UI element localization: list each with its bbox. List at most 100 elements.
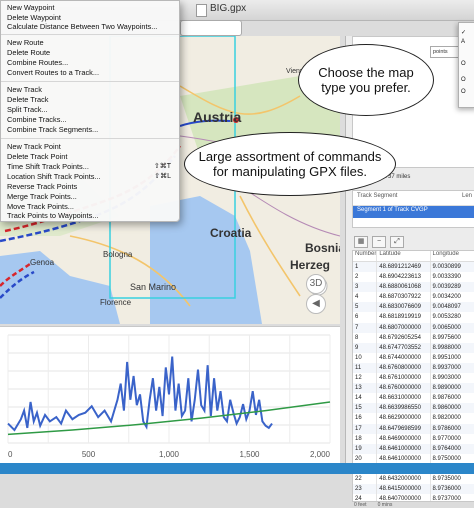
map-3d-button[interactable]: 3D	[306, 274, 326, 294]
menu-item[interactable]: New Track Point	[7, 142, 61, 151]
table-row[interactable]: 23 48.6415000000 8.9736000	[353, 484, 474, 495]
table-row[interactable]: 18 48.6469000000 8.9770000	[353, 433, 474, 444]
grid-icon[interactable]: ▦	[354, 236, 368, 248]
table-row[interactable]: 17 48.6479698599 8.9786000	[353, 423, 474, 434]
table-cell: 48.6807000000	[376, 322, 429, 333]
x-tick-label: 1,500	[239, 450, 260, 459]
menu-item[interactable]: Combine Track Segments...	[7, 125, 98, 134]
segment-table[interactable]: Track Segment Len Segment 1 of Track CVG…	[352, 190, 474, 228]
menu-item[interactable]: New Waypoint	[7, 3, 54, 12]
table-row[interactable]: 24 48.6407000000 8.9737000	[353, 494, 474, 501]
menu-item[interactable]: Location Shift Track Points...	[7, 172, 101, 181]
table-cell: 9.0053280	[429, 312, 474, 323]
table-cell: 17	[355, 425, 362, 432]
menu-item[interactable]: New Route	[7, 38, 44, 47]
menu-item-label: Move Track Points...	[7, 202, 74, 211]
menu-item-label: Delete Route	[7, 48, 51, 57]
callout-commands: Large assortment of commands for manipula…	[184, 132, 396, 196]
time-label: 0 mins	[377, 502, 393, 508]
table-row[interactable]: 9 48.6747703552 8.9988000	[353, 342, 474, 353]
table-cell: 8.9951000	[429, 352, 474, 363]
table-row[interactable]: 10 48.6744000000 8.9951000	[353, 352, 474, 363]
track-menu: New Waypoint Delete Waypoint Calculate Dis…	[0, 0, 180, 222]
menu-item[interactable]: Track Points to Waypoints...	[7, 211, 98, 220]
toolbar-field[interactable]	[180, 20, 242, 36]
popup-item[interactable]: O	[461, 89, 466, 95]
table-cell: 12	[355, 375, 362, 382]
table-cell: 8	[355, 334, 359, 341]
menu-item[interactable]: Reverse Track Points	[7, 182, 77, 191]
table-cell: 16	[355, 415, 362, 422]
table-cell: 8.9735000	[429, 473, 474, 485]
table-cell: 10	[355, 354, 362, 361]
table-cell: 48.6432000000	[376, 473, 429, 485]
popup-item[interactable]: A	[461, 39, 465, 45]
menu-item[interactable]: Split Track...	[7, 105, 48, 114]
table-cell: 48.6407000000	[376, 494, 429, 501]
popup-item[interactable]: ✓	[461, 29, 466, 36]
table-row[interactable]: 22 48.6432000000 8.9735000	[353, 473, 474, 485]
table-cell: 9.0065000	[429, 322, 474, 333]
callout-map-type-line2: type you prefer.	[321, 80, 411, 95]
menu-item[interactable]: Delete Waypoint	[7, 13, 61, 22]
menu-separator	[1, 81, 179, 82]
table-row[interactable]: 3 48.6880061068 9.0039289	[353, 282, 474, 293]
menu-item[interactable]: Combine Tracks...	[7, 115, 67, 124]
menu-item[interactable]: Delete Track	[7, 95, 49, 104]
segment-row-selected[interactable]: Segment 1 of Track CVGP	[353, 206, 474, 218]
menu-item[interactable]: Move Track Points...	[7, 202, 74, 211]
table-cell: 48.6880061068	[376, 282, 429, 293]
table-cell: 9	[355, 344, 359, 351]
table-row[interactable]: 11 48.6760800000 8.9937000	[353, 362, 474, 374]
popup-item[interactable]: O	[461, 61, 466, 67]
table-row[interactable]: 19 48.6461000000 8.9764000	[353, 443, 474, 454]
x-tick-label: 0	[8, 450, 13, 459]
elevation-chart[interactable]: 0 500 1,000 1,500 2,000	[0, 326, 340, 463]
table-cell: 3	[355, 284, 359, 291]
menu-item-label: Location Shift Track Points...	[7, 172, 101, 181]
map-zoom-button[interactable]: ◀	[306, 294, 326, 314]
menu-item[interactable]: Merge Track Points...	[7, 192, 77, 201]
menu-item[interactable]: New Track	[7, 85, 42, 94]
table-row[interactable]: 16 48.6629000000 8.9820000	[353, 413, 474, 424]
menu-item[interactable]: Delete Route	[7, 48, 50, 57]
table-cell: 15	[355, 405, 362, 412]
menu-item[interactable]: Convert Routes to a Track...	[7, 68, 99, 77]
table-row[interactable]: 2 48.6904223613 9.0033390	[353, 272, 474, 283]
map-label-san-marino: San Marino	[130, 282, 177, 292]
table-row[interactable]: 8 48.6792605254 8.9975600	[353, 332, 474, 343]
menu-shortcut: ⇧⌘L	[154, 173, 171, 180]
menu-item-label: Time Shift Track Points...	[7, 162, 89, 171]
table-row[interactable]: 4 48.6870307922 9.0034200	[353, 292, 474, 303]
menu-item[interactable]: Delete Track Point	[7, 152, 67, 161]
table-row[interactable]: 6 48.6818919919 9.0053280	[353, 312, 474, 323]
menu-item-label: Convert Routes to a Track...	[7, 68, 100, 77]
table-cell: 23	[355, 486, 362, 493]
menu-separator	[1, 138, 179, 139]
table-cell: 8.9786000	[429, 423, 474, 434]
map-type-popup[interactable]: ✓ A O O O	[458, 22, 474, 108]
table-cell: 48.6629000000	[376, 413, 429, 424]
table-row[interactable]: 1 48.6891212469 9.0030899	[353, 262, 474, 273]
table-cell: 48.6818919919	[376, 312, 429, 323]
x-tick-label: 1,000	[159, 450, 180, 459]
table-row[interactable]: 14 48.6631000000 8.9876000	[353, 393, 474, 404]
popup-item[interactable]: O	[461, 77, 466, 83]
table-row[interactable]: 5 48.6830076609 9.0048097	[353, 302, 474, 313]
table-tools: ▦ − ⤢	[354, 230, 408, 248]
map-label-bologna: Bologna	[103, 250, 133, 259]
expand-icon[interactable]: ⤢	[390, 236, 404, 248]
table-cell: 22	[355, 475, 362, 482]
table-cell: 48.6904223613	[376, 272, 429, 283]
table-row[interactable]: 15 48.6639986550 8.9860000	[353, 403, 474, 414]
table-row[interactable]: 13 48.6760000000 8.9890000	[353, 383, 474, 394]
menu-item[interactable]: Time Shift Track Points...	[7, 162, 89, 171]
map-label-florence: Florence	[100, 298, 132, 307]
table-row[interactable]: 12 48.6761000000 8.9903000	[353, 373, 474, 384]
minus-icon[interactable]: −	[372, 236, 386, 248]
menu-item[interactable]: Calculate Distance Between Two Waypoints…	[7, 22, 157, 31]
table-row[interactable]: 7 48.6807000000 9.0065000	[353, 322, 474, 333]
menu-item[interactable]: Combine Routes...	[7, 58, 68, 67]
table-cell: 48.6461000000	[376, 443, 429, 454]
menu-item-label: New Track	[7, 85, 42, 94]
